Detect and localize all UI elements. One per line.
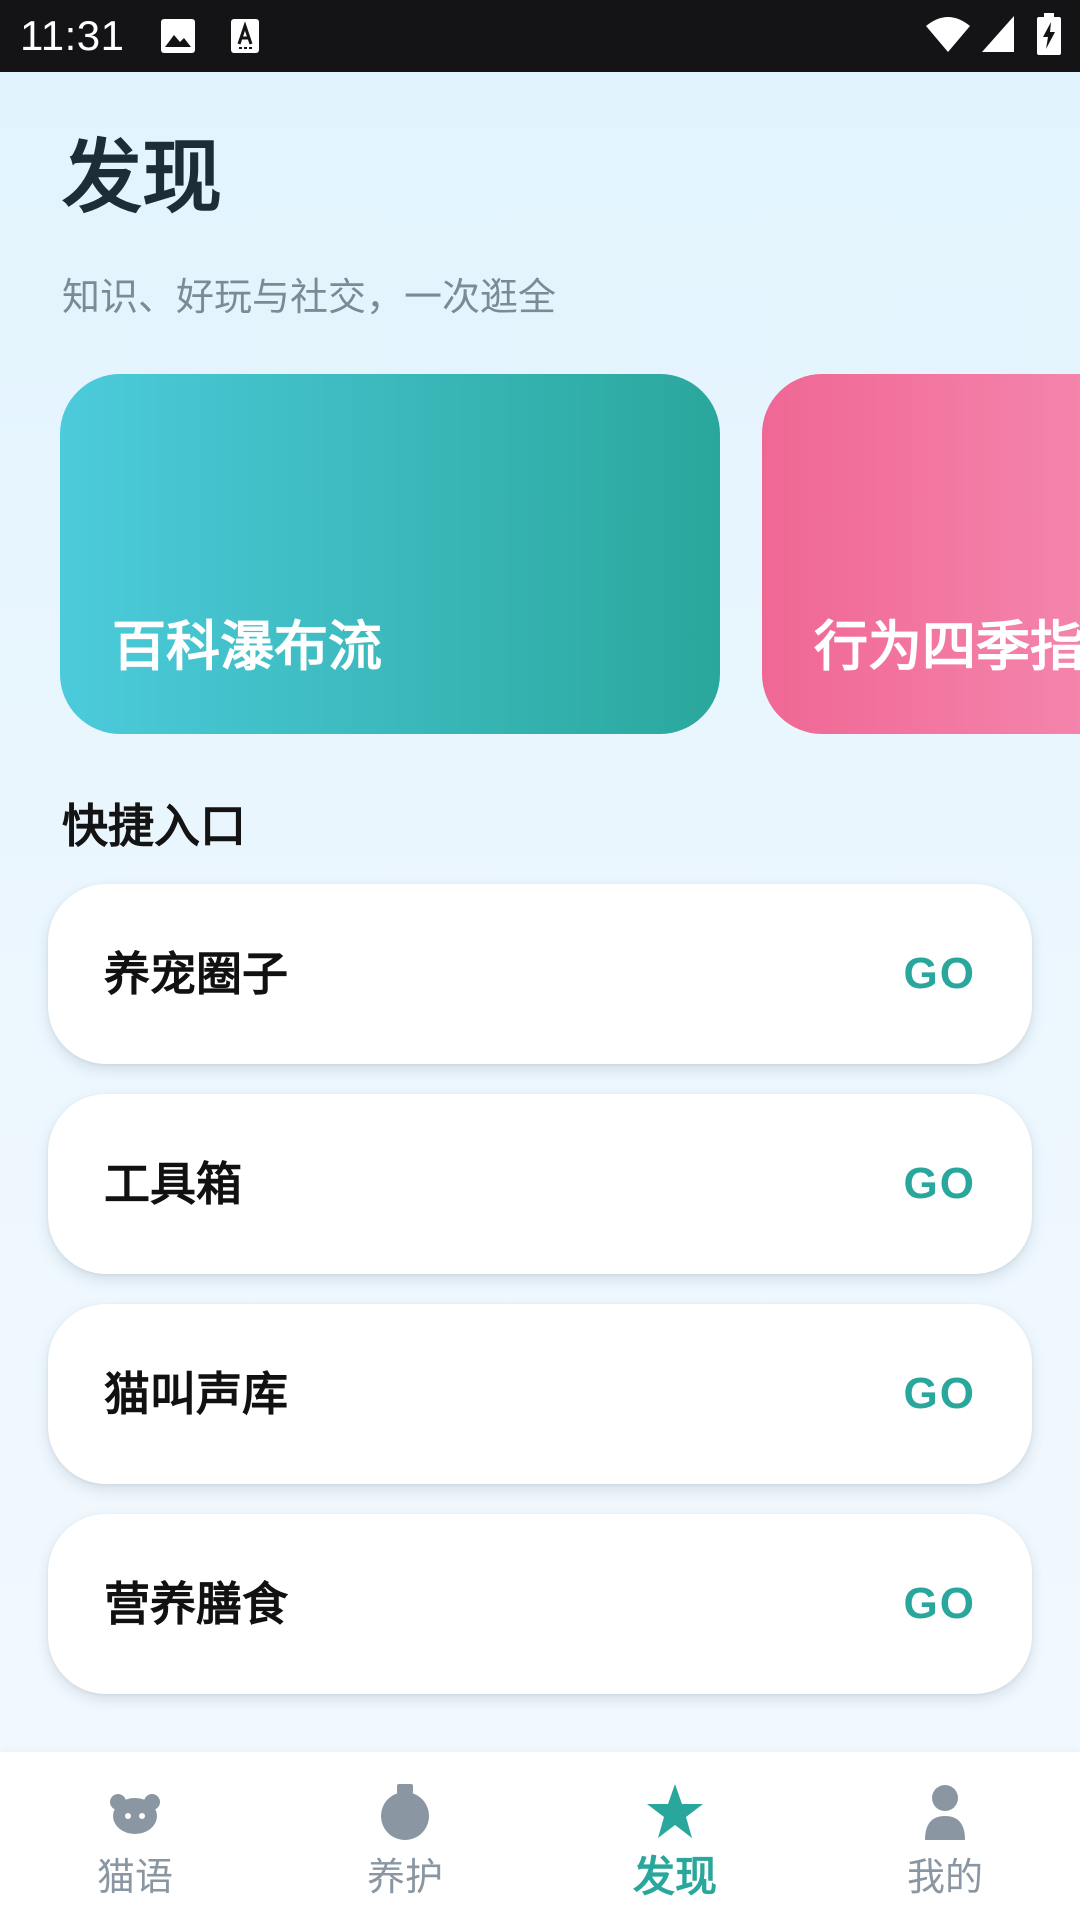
page-subtitle: 知识、好玩与社交，一次逛全 xyxy=(62,275,557,319)
section-title-quick-entry: 快捷入口 xyxy=(62,799,246,853)
keyboard-text-icon xyxy=(231,19,259,53)
nav-item-cat-language[interactable]: 猫语 xyxy=(0,1752,270,1920)
nav-label: 我的 xyxy=(906,1855,983,1899)
carousel-card-behavior[interactable]: 行为四季指 xyxy=(762,374,1080,734)
carousel-card-label: 百科瀑布流 xyxy=(112,615,382,678)
battery-charging-icon xyxy=(1037,13,1061,55)
gallery-icon xyxy=(161,19,195,53)
carousel-card-label: 行为四季指 xyxy=(814,615,1080,678)
cat-face-icon xyxy=(110,1794,160,1834)
nav-item-profile[interactable]: 我的 xyxy=(810,1752,1080,1920)
wifi-icon xyxy=(926,17,970,52)
quick-item-label: 工具箱 xyxy=(104,1157,242,1211)
star-icon xyxy=(647,1784,703,1838)
nav-label: 发现 xyxy=(632,1852,717,1901)
quick-item-nutrition[interactable]: 营养膳食 GO xyxy=(48,1514,1032,1694)
feature-carousel[interactable]: 百科瀑布流 行为四季指 xyxy=(0,374,1080,734)
go-button[interactable]: GO xyxy=(904,944,976,1004)
quick-item-meow-library[interactable]: 猫叫声库 GO xyxy=(48,1304,1032,1484)
nav-label: 养护 xyxy=(366,1855,443,1899)
go-button[interactable]: GO xyxy=(904,1154,976,1214)
signal-icon xyxy=(982,16,1014,52)
quick-item-pet-circle[interactable]: 养宠圈子 GO xyxy=(48,884,1032,1064)
quick-item-label: 营养膳食 xyxy=(104,1577,288,1631)
go-button[interactable]: GO xyxy=(904,1574,976,1634)
nav-label: 猫语 xyxy=(96,1855,173,1899)
quick-item-label: 养宠圈子 xyxy=(104,947,288,1001)
person-icon xyxy=(925,1785,965,1840)
carousel-card-encyclopedia[interactable]: 百科瀑布流 xyxy=(60,374,720,734)
nav-item-care[interactable]: 养护 xyxy=(270,1752,540,1920)
quick-item-label: 猫叫声库 xyxy=(104,1367,288,1421)
go-button[interactable]: GO xyxy=(904,1364,976,1424)
bottom-nav: 猫语 养护 发现 我的 xyxy=(0,1752,1080,1920)
page-title: 发现 xyxy=(62,131,222,224)
status-bar: 11:31 xyxy=(0,0,1080,72)
care-icon xyxy=(381,1784,429,1840)
status-time: 11:31 xyxy=(20,12,125,59)
nav-item-discover[interactable]: 发现 xyxy=(540,1752,810,1920)
quick-item-toolbox[interactable]: 工具箱 GO xyxy=(48,1094,1032,1274)
